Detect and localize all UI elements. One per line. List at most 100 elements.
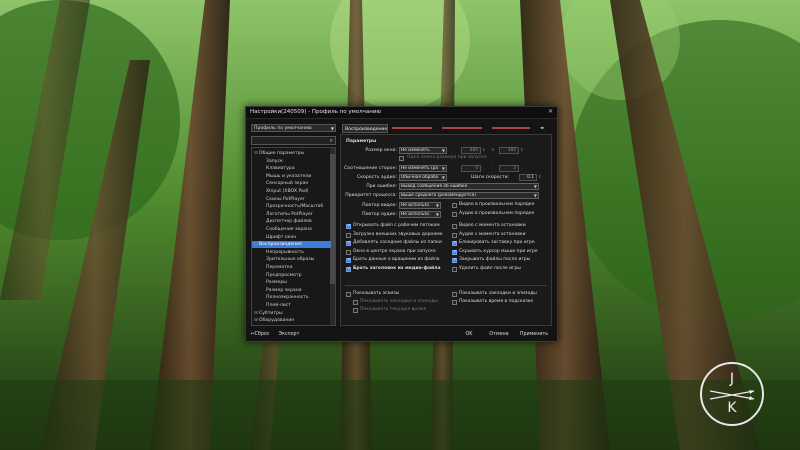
aspect-b-input[interactable]: 3	[499, 165, 519, 172]
tab-strip: Воспроизведение ◂▸	[340, 124, 552, 133]
tab-2[interactable]	[390, 124, 438, 133]
repeat-video-value: Не использо	[401, 203, 430, 208]
spin-icon[interactable]: ⇕	[538, 174, 541, 179]
tree-item[interactable]: XInput (XBOX Pad)	[252, 188, 331, 195]
tree-item[interactable]: Перемотка	[252, 264, 331, 271]
tree-item[interactable]: Диспетчер файлов	[252, 218, 331, 225]
tree-item[interactable]: Полноэкранность	[252, 294, 331, 301]
show-sketches-checkbox[interactable]	[346, 292, 351, 297]
option-checkbox[interactable]	[346, 232, 351, 238]
audio-speed-select[interactable]: Обычная обрабо ▼	[399, 174, 447, 181]
once-size-checkbox[interactable]	[399, 156, 404, 161]
option-checkbox[interactable]	[452, 249, 457, 255]
title-bar[interactable]: Настройки(240509) - Профиль по умолчанию…	[246, 107, 557, 119]
sketch-bookmarks-checkbox[interactable]	[353, 300, 358, 305]
chevron-down-icon: ▼	[533, 193, 537, 198]
tree-item[interactable]: Зрительные образы	[252, 256, 331, 263]
tree-item[interactable]: Предпросмотр	[252, 272, 331, 279]
close-icon[interactable]: ✕	[548, 108, 553, 115]
tree-item[interactable]: ⊟Общие параметры	[252, 150, 331, 157]
option-label: Аудио с момента остановки	[459, 231, 526, 237]
sketch-time-label: Показывать текущее время	[360, 307, 427, 312]
show-time-hint-checkbox[interactable]	[452, 300, 457, 305]
tab-playback[interactable]: Воспроизведение	[342, 124, 388, 133]
tree-item-label: Сообщения экрана	[266, 227, 312, 232]
tree-item[interactable]: Размеры	[252, 279, 331, 286]
priority-select[interactable]: Выше среднего (рекомендуется) ▼	[399, 192, 539, 199]
option-checkbox[interactable]	[452, 232, 457, 238]
window-size-select[interactable]: Не изменять ▼	[399, 147, 447, 154]
option-checkbox[interactable]	[452, 224, 457, 229]
tree-item[interactable]: Размер экрана	[252, 287, 331, 294]
tab-scroll-arrows[interactable]: ◂▸	[538, 124, 550, 133]
option-checkbox[interactable]	[452, 257, 457, 263]
settings-tree: ⊟Общие параметры Запуск Клавиатура Мышь и у…	[251, 147, 336, 326]
export-button[interactable]: Экспорт	[276, 331, 302, 339]
tree-item-label: Полноэкранность	[266, 295, 309, 301]
apply-button[interactable]: Применить	[516, 331, 552, 339]
tree-item-label: Перемотка	[266, 265, 293, 270]
option-checkbox[interactable]	[346, 249, 351, 255]
tree-item[interactable]: Мышь и указатели	[252, 173, 331, 180]
aspect-a-input[interactable]: 4	[461, 165, 481, 172]
tree-item[interactable]: Прозрачность/Масштаб	[252, 203, 331, 210]
video-random-checkbox[interactable]	[452, 203, 457, 208]
tree-item[interactable]: Скины PotPlayer	[252, 196, 331, 203]
tree-item[interactable]: Запуск	[252, 158, 331, 165]
option-checkbox[interactable]	[346, 257, 351, 263]
option-label: Окно в центре экрана при запуске	[353, 248, 436, 254]
chevron-down-icon: ▼	[441, 166, 445, 171]
aspect-select[interactable]: Не изменять (ра ▼	[399, 165, 447, 172]
tree-item[interactable]: ⊞Оборудование	[252, 317, 331, 324]
crossed-arrows-icon	[709, 390, 755, 400]
tree-item[interactable]: Плей-лист	[252, 302, 331, 309]
tree-item-label: Плей-лист	[266, 303, 291, 308]
tree-item[interactable]: ⊟Воспроизведение	[252, 241, 331, 249]
spin-icon[interactable]: ⇕	[482, 147, 485, 152]
reset-button[interactable]: ↩Сброс	[248, 331, 272, 339]
tree-item[interactable]: Клавиатура	[252, 165, 331, 172]
option-checkbox[interactable]	[452, 266, 457, 272]
option-checkbox[interactable]	[346, 240, 351, 246]
option-label: Загрузка внешних звуковых дорожек	[353, 231, 443, 237]
tree-item[interactable]: Сенсорный экран	[252, 180, 331, 187]
tree-item[interactable]: Непрерывность	[252, 249, 331, 256]
tree-item-label: Диспетчер файлов	[266, 219, 312, 225]
chevron-down-icon: ▼	[441, 148, 445, 153]
tree-item-label: Оборудование	[259, 318, 295, 324]
tree-item[interactable]: Сообщения экрана	[252, 226, 331, 233]
show-bookmarks-checkbox[interactable]	[452, 292, 457, 297]
audio-random-checkbox[interactable]	[452, 212, 457, 217]
tree-item-label: Прозрачность/Масштаб	[266, 204, 324, 210]
speed-step-input[interactable]: 0.1	[519, 174, 537, 181]
option-checkbox[interactable]	[346, 266, 351, 272]
repeat-audio-select[interactable]: Не использо ▼	[399, 211, 441, 218]
tree-item[interactable]: ⊞Субтитры	[252, 310, 331, 317]
spin-icon[interactable]: ⇕	[520, 147, 523, 152]
search-input[interactable]: ⌕	[251, 136, 336, 145]
profile-select[interactable]: Профиль по умолчанию ▼	[251, 124, 336, 132]
tab-4[interactable]	[490, 124, 536, 133]
tree-item[interactable]: Логотипы PotPlayer	[252, 211, 331, 218]
option-checkbox[interactable]	[346, 223, 351, 229]
tree-item-label: Субтитры	[259, 310, 283, 316]
on-error-select[interactable]: Вывод сообщения об ошибке ▼	[399, 183, 539, 190]
cancel-button[interactable]: Отмена	[486, 331, 512, 339]
watermark-top-letter: J	[729, 371, 735, 387]
show-time-hint-label: Показывать время в подсказке	[459, 299, 534, 304]
sketch-time-checkbox[interactable]	[353, 308, 358, 313]
chevron-down-icon: ▼	[533, 184, 537, 189]
tree-item[interactable]: Шрифт окон	[252, 234, 331, 241]
option-label: Открывать файл с рабочим потоком	[353, 223, 440, 228]
repeat-video-select[interactable]: Не использо ▼	[399, 202, 441, 209]
tree-item-label: Зрительные образы	[266, 257, 315, 263]
window-height-input[interactable]: 384	[499, 147, 519, 154]
ok-button[interactable]: OK	[460, 331, 478, 339]
tree-item-label: XInput (XBOX Pad)	[266, 189, 309, 194]
window-width-input[interactable]: 480	[461, 147, 481, 154]
option-label: Брать заголовок из медиа-файла	[353, 265, 441, 271]
section-header: Параметры	[346, 139, 377, 144]
tab-3[interactable]	[440, 124, 488, 133]
option-checkbox[interactable]	[452, 240, 457, 246]
window-title: Настройки(240509) - Профиль по умолчанию	[250, 109, 382, 115]
